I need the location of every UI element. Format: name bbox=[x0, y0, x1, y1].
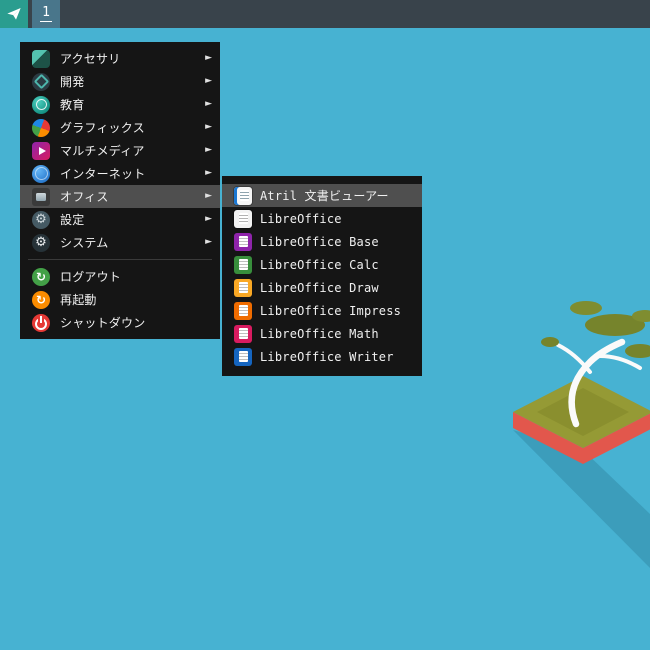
system-icon bbox=[32, 233, 50, 252]
menu-item-office[interactable]: オフィス ► bbox=[20, 185, 220, 208]
office-icon bbox=[32, 187, 50, 206]
submenu-item-label: Atril 文書ビューアー bbox=[260, 189, 389, 203]
paper-plane-icon bbox=[7, 8, 21, 20]
education-icon bbox=[32, 95, 50, 114]
submenu-item-libreoffice-base[interactable]: LibreOffice Base bbox=[222, 230, 422, 253]
island-top-face bbox=[513, 376, 650, 448]
submenu-item-libreoffice-calc[interactable]: LibreOffice Calc bbox=[222, 253, 422, 276]
menu-item-label: マルチメディア bbox=[60, 144, 145, 158]
submenu-arrow-icon: ► bbox=[205, 145, 212, 155]
logout-icon bbox=[32, 267, 50, 286]
menu-item-settings[interactable]: 設定 ► bbox=[20, 208, 220, 231]
bonsai-foliage bbox=[541, 301, 650, 358]
shutdown-icon bbox=[32, 313, 50, 332]
menu-item-label: システム bbox=[60, 236, 109, 250]
libreoffice-base-icon bbox=[234, 232, 252, 251]
submenu-item-label: LibreOffice Impress bbox=[260, 303, 402, 318]
atril-icon bbox=[234, 186, 252, 205]
submenu-item-label: LibreOffice Base bbox=[260, 234, 379, 249]
submenu-arrow-icon: ► bbox=[205, 99, 212, 109]
internet-icon bbox=[32, 164, 50, 183]
submenu-item-label: LibreOffice Math bbox=[260, 326, 379, 341]
submenu-arrow-icon: ► bbox=[205, 122, 212, 132]
submenu-item-libreoffice-impress[interactable]: LibreOffice Impress bbox=[222, 299, 422, 322]
libreoffice-icon bbox=[234, 209, 252, 228]
submenu-item-libreoffice-draw[interactable]: LibreOffice Draw bbox=[222, 276, 422, 299]
libreoffice-writer-icon bbox=[234, 347, 252, 366]
menu-item-label: 再起動 bbox=[60, 293, 97, 307]
accessories-icon bbox=[32, 49, 50, 68]
menu-item-label: 開発 bbox=[60, 75, 85, 89]
settings-icon bbox=[32, 210, 50, 229]
menu-item-label: シャットダウン bbox=[60, 316, 146, 330]
menu-item-label: 設定 bbox=[60, 213, 85, 227]
submenu-item-atril[interactable]: Atril 文書ビューアー bbox=[222, 184, 422, 207]
launcher-button[interactable] bbox=[0, 0, 28, 28]
restart-icon bbox=[32, 290, 50, 309]
submenu-item-libreoffice-math[interactable]: LibreOffice Math bbox=[222, 322, 422, 345]
submenu-arrow-icon: ► bbox=[205, 191, 212, 201]
submenu-item-libreoffice[interactable]: LibreOffice bbox=[222, 207, 422, 230]
menu-item-accessories[interactable]: アクセサリ ► bbox=[20, 47, 220, 70]
graphics-icon bbox=[32, 118, 50, 137]
menu-item-label: アクセサリ bbox=[60, 52, 121, 66]
libreoffice-math-icon bbox=[234, 324, 252, 343]
menu-item-system[interactable]: システム ► bbox=[20, 231, 220, 254]
menu-item-graphics[interactable]: グラフィックス ► bbox=[20, 116, 220, 139]
libreoffice-impress-icon bbox=[234, 301, 252, 320]
menu-item-label: オフィス bbox=[60, 190, 109, 204]
submenu-item-label: LibreOffice Calc bbox=[260, 257, 379, 272]
menu-item-restart[interactable]: 再起動 bbox=[20, 288, 220, 311]
menu-item-logout[interactable]: ログアウト bbox=[20, 265, 220, 288]
menu-item-multimedia[interactable]: マルチメディア ► bbox=[20, 139, 220, 162]
submenu-arrow-icon: ► bbox=[205, 76, 212, 86]
libreoffice-draw-icon bbox=[234, 278, 252, 297]
menu-separator bbox=[28, 259, 212, 260]
submenu-arrow-icon: ► bbox=[205, 168, 212, 178]
menu-item-label: インターネット bbox=[60, 167, 146, 181]
libreoffice-calc-icon bbox=[234, 255, 252, 274]
menu-item-label: ログアウト bbox=[60, 270, 122, 284]
menu-item-label: 教育 bbox=[60, 98, 85, 112]
top-bar: 1 bbox=[0, 0, 650, 28]
office-submenu: Atril 文書ビューアー LibreOffice LibreOffice Ba… bbox=[222, 176, 422, 376]
submenu-arrow-icon: ► bbox=[205, 214, 212, 224]
island-long-shadow bbox=[513, 430, 650, 568]
workspace-number: 1 bbox=[40, 5, 52, 23]
development-icon bbox=[32, 72, 50, 91]
submenu-arrow-icon: ► bbox=[205, 53, 212, 63]
submenu-item-libreoffice-writer[interactable]: LibreOffice Writer bbox=[222, 345, 422, 368]
submenu-item-label: LibreOffice Writer bbox=[260, 349, 394, 364]
multimedia-icon bbox=[32, 141, 50, 160]
app-menu: アクセサリ ► 開発 ► 教育 ► グラフィックス ► マルチメディア ► イン… bbox=[20, 42, 220, 339]
island-red-base bbox=[513, 412, 650, 464]
menu-item-internet[interactable]: インターネット ► bbox=[20, 162, 220, 185]
menu-item-label: グラフィックス bbox=[60, 121, 145, 135]
submenu-item-label: LibreOffice Draw bbox=[260, 280, 379, 295]
submenu-item-label: LibreOffice bbox=[260, 211, 342, 226]
bonsai-trunk bbox=[556, 338, 642, 428]
menu-item-development[interactable]: 開発 ► bbox=[20, 70, 220, 93]
menu-item-education[interactable]: 教育 ► bbox=[20, 93, 220, 116]
workspace-1-button[interactable]: 1 bbox=[32, 0, 60, 28]
island-top-inner bbox=[537, 388, 629, 436]
menu-item-shutdown[interactable]: シャットダウン bbox=[20, 311, 220, 334]
submenu-arrow-icon: ► bbox=[205, 237, 212, 247]
